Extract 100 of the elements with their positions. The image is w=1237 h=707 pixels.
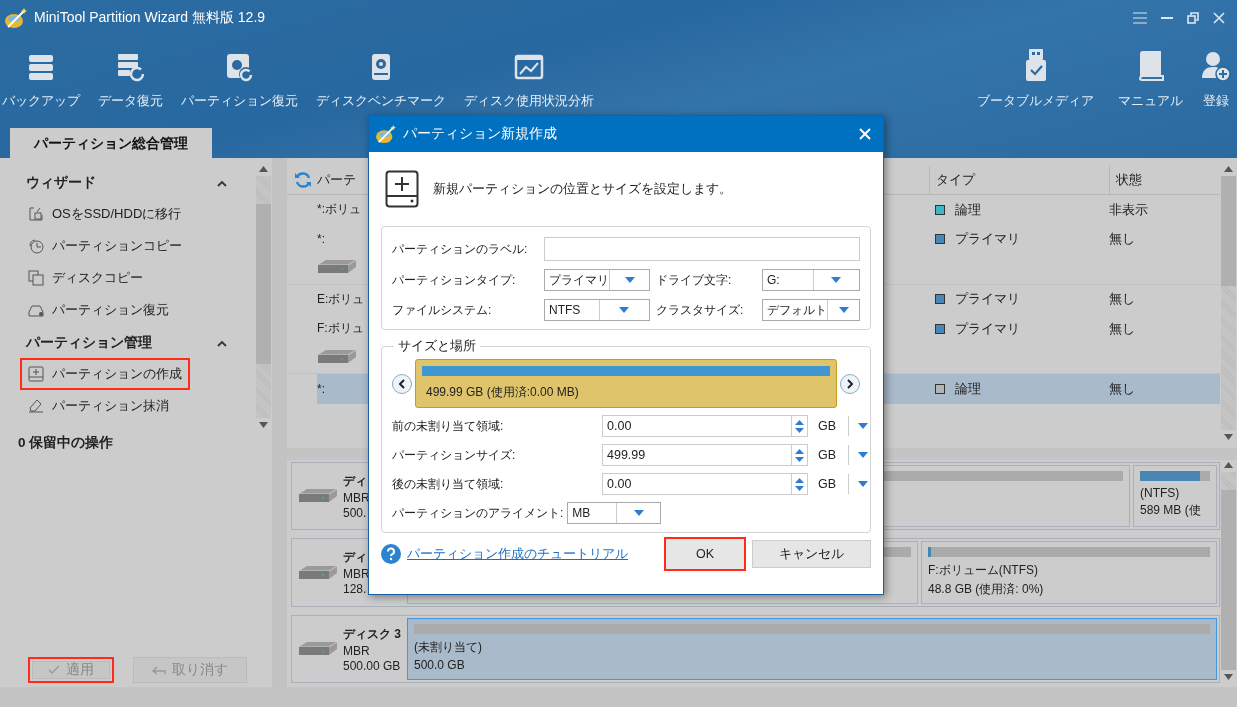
spin-up-icon[interactable] [795,477,804,483]
sidebar-item[interactable]: ディスクコピー [20,262,151,294]
type-cell: プライマリ [955,230,1020,249]
disk-copy-icon [28,270,44,286]
scrollbar-thumb[interactable] [1221,176,1236,286]
sidebar-item[interactable]: パーティション抹消 [20,390,177,422]
field-label: パーティションタイプ: [392,271,517,289]
eraser-icon [28,398,44,414]
scrollbar-thumb[interactable] [256,204,271,364]
dropdown-arrow-icon[interactable] [624,277,635,283]
section-title: パーティション管理 [26,334,152,352]
help-icon[interactable] [381,544,401,564]
partition-size: 589 MB (使 [1140,502,1202,519]
spin-up-icon[interactable] [795,419,804,425]
scroll-down-icon[interactable] [1224,674,1233,680]
unit-label: GB [817,448,838,462]
disk-scheme: MBR [343,643,371,658]
drive-icon [28,302,44,318]
toolbar-button[interactable]: パーティション復元 [175,36,304,116]
scroll-up-icon[interactable] [1224,462,1233,468]
toolbar-button[interactable]: ディスク使用状況分析 [458,36,600,116]
type-cell: プライマリ [955,319,1020,338]
column-header: 状態 [1116,171,1142,189]
hard-drive-icon [298,488,338,504]
window-title: MiniTool Partition Wizard 無料版 12.9 [34,9,266,27]
tutorial-link[interactable]: パーティション作成のチュートリアル [407,545,628,563]
number-field[interactable]: 0.00 [602,415,792,437]
menu-icon[interactable] [1133,12,1147,24]
disk-size: 500. [343,505,368,520]
dropdown-arrow-icon[interactable] [633,510,644,516]
partition-block[interactable]: (未割り当て) 500.0 GB [407,618,1217,680]
tab[interactable]: パーティション総合管理 [10,128,212,158]
scrollbar-thumb[interactable] [1221,490,1236,670]
sidebar-item[interactable]: パーティションの作成 [20,358,190,390]
collapse-caret-icon[interactable] [217,339,227,347]
dropdown[interactable]: G: [762,269,860,291]
unit-label: GB [817,477,838,491]
dialog-title: パーティション新規作成 [403,125,557,143]
clock-copy-icon [28,238,44,254]
number-field[interactable]: 499.99 [602,444,792,466]
collapse-caret-icon[interactable] [217,179,227,187]
scroll-down-icon[interactable] [1224,434,1233,440]
sidebar-item[interactable]: パーティション復元 [20,294,177,326]
pending-operations: 0 保留中の操作 [18,434,115,452]
partition-label: (未割り当て) [414,639,483,656]
spin-down-icon[interactable] [795,427,804,433]
toolbar-button[interactable]: ブータブルメディア [971,36,1100,116]
minimize-icon[interactable] [1161,16,1173,20]
toolbar-button[interactable]: 登録 [1195,36,1237,116]
dropdown-arrow-icon[interactable] [619,307,630,313]
hard-drive-icon [298,564,338,581]
field-label: パーティションサイズ: [392,446,517,464]
move-right-button[interactable] [840,373,860,394]
move-left-button[interactable] [392,373,412,394]
close-icon[interactable] [1213,12,1225,24]
dropdown-arrow-icon[interactable] [838,307,849,313]
field-label: ファイルシステム: [392,301,493,319]
disk-scheme: MBR [343,490,370,505]
dropdown[interactable]: NTFS [544,299,650,321]
dropdown-arrow-icon[interactable] [858,452,868,458]
disk-card[interactable]: ディスク 3 MBR 500.00 GB (未割り当て) 500.0 GB [291,615,1220,683]
partition-label: F:ボリューム(NTFS) [928,562,1039,579]
user-add-icon [1201,50,1231,82]
chevron-left-icon [398,378,406,389]
partition-size-bar[interactable]: 499.99 GB (使用済:0.00 MB) [415,359,837,408]
field-label: クラスタサイズ: [656,301,745,319]
toolbar-button[interactable]: マニュアル [1112,36,1189,116]
type-cell: 論理 [955,379,981,398]
type-cell: 論理 [955,200,981,219]
ok-button[interactable]: OK [663,537,746,571]
dropdown-arrow-icon[interactable] [831,277,842,283]
restore-icon[interactable] [1187,12,1199,24]
spin-down-icon[interactable] [795,456,804,462]
chart-window-icon [514,52,544,82]
scroll-up-icon[interactable] [259,166,268,172]
dropdown-arrow-icon[interactable] [858,481,868,487]
partition-block[interactable]: (NTFS) 589 MB (使 [1133,465,1217,527]
partition-block[interactable]: F:ボリューム(NTFS) 48.8 GB (使用済: 0%) [921,541,1217,604]
label-input-field[interactable] [544,237,860,261]
wand-logo-icon [375,124,397,144]
cancel-button[interactable]: キャンセル [752,540,871,568]
toolbar-button[interactable]: データ復元 [92,36,169,116]
toolbar-button[interactable]: バックアップ [0,36,86,116]
dialog-intro: 新規パーティションの位置とサイズを設定します。 [433,180,732,198]
field-label: ドライブ文字: [656,271,733,289]
disk-size: 128. [343,582,368,596]
dropdown[interactable]: デフォルト [762,299,860,321]
refresh-icon[interactable] [294,171,312,189]
dropdown-arrow-icon[interactable] [858,423,868,429]
dropdown[interactable]: MB [567,502,662,524]
spin-down-icon[interactable] [795,485,804,491]
scroll-up-icon[interactable] [1224,166,1233,172]
sidebar-item[interactable]: OSをSSD/HDDに移行 [20,198,190,230]
partition-cell: *: [317,232,325,247]
dropdown[interactable]: プライマリ [544,269,650,291]
sidebar-item[interactable]: パーティションコピー [20,230,190,262]
number-field[interactable]: 0.00 [602,473,792,495]
disk-name: ディ [343,472,368,490]
scroll-down-icon[interactable] [259,422,268,428]
spin-up-icon[interactable] [795,448,804,454]
